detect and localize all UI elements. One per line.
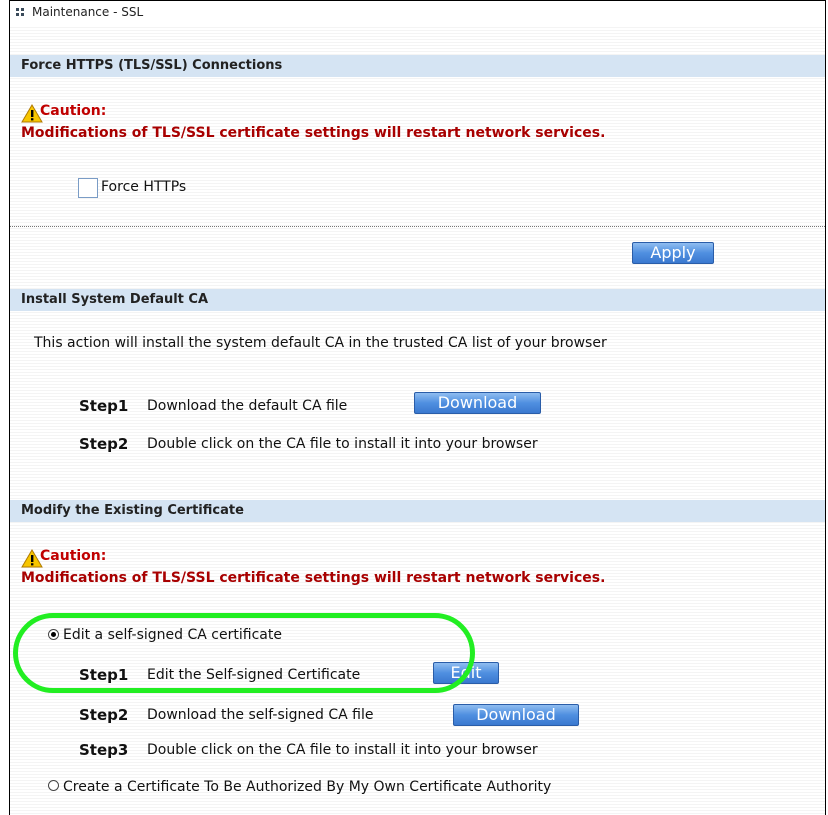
title-bar: Maintenance - SSL: [10, 1, 825, 27]
install-ca-header: Install System Default CA: [10, 289, 825, 311]
window-title: Maintenance - SSL: [32, 5, 144, 19]
ssl-page: Maintenance - SSL Force HTTPS (TLS/SSL) …: [9, 0, 826, 815]
modify-step1-label: Step1: [79, 666, 129, 684]
apply-button[interactable]: Apply: [632, 242, 714, 264]
edit-self-signed-radio[interactable]: [48, 629, 59, 640]
install-step1-label: Step1: [79, 397, 129, 415]
modify-step2-text: Download the self-signed CA file: [147, 707, 374, 723]
force-https-checkbox[interactable]: [78, 178, 98, 198]
caution-text: Modifications of TLS/SSL certificate set…: [21, 570, 606, 586]
force-https-header: Force HTTPS (TLS/SSL) Connections: [10, 55, 825, 77]
edit-button[interactable]: Edit: [433, 662, 499, 684]
create-cert-radio[interactable]: [48, 780, 59, 791]
force-https-label: Force HTTPs: [101, 179, 187, 195]
install-step2-text: Double click on the CA file to install i…: [147, 436, 538, 452]
divider: [10, 226, 825, 227]
modify-step1-text: Edit the Self-signed Certificate: [147, 667, 361, 683]
install-download-button[interactable]: Download: [414, 392, 541, 414]
modify-step3-text: Double click on the CA file to install i…: [147, 742, 538, 758]
caution-title: Caution:: [40, 103, 107, 119]
edit-self-signed-label: Edit a self-signed CA certificate: [63, 627, 282, 643]
install-ca-description: This action will install the system defa…: [34, 335, 607, 351]
modify-step3-label: Step3: [79, 741, 129, 759]
create-cert-label: Create a Certificate To Be Authorized By…: [63, 779, 552, 795]
modify-step2-label: Step2: [79, 706, 129, 724]
install-step2-label: Step2: [79, 435, 129, 453]
install-step1-text: Download the default CA file: [147, 398, 348, 414]
caution-title: Caution:: [40, 548, 107, 564]
modify-cert-header: Modify the Existing Certificate: [10, 500, 825, 522]
modify-download-button[interactable]: Download: [453, 704, 579, 726]
grid-icon: [16, 8, 24, 16]
caution-text: Modifications of TLS/SSL certificate set…: [21, 125, 606, 141]
